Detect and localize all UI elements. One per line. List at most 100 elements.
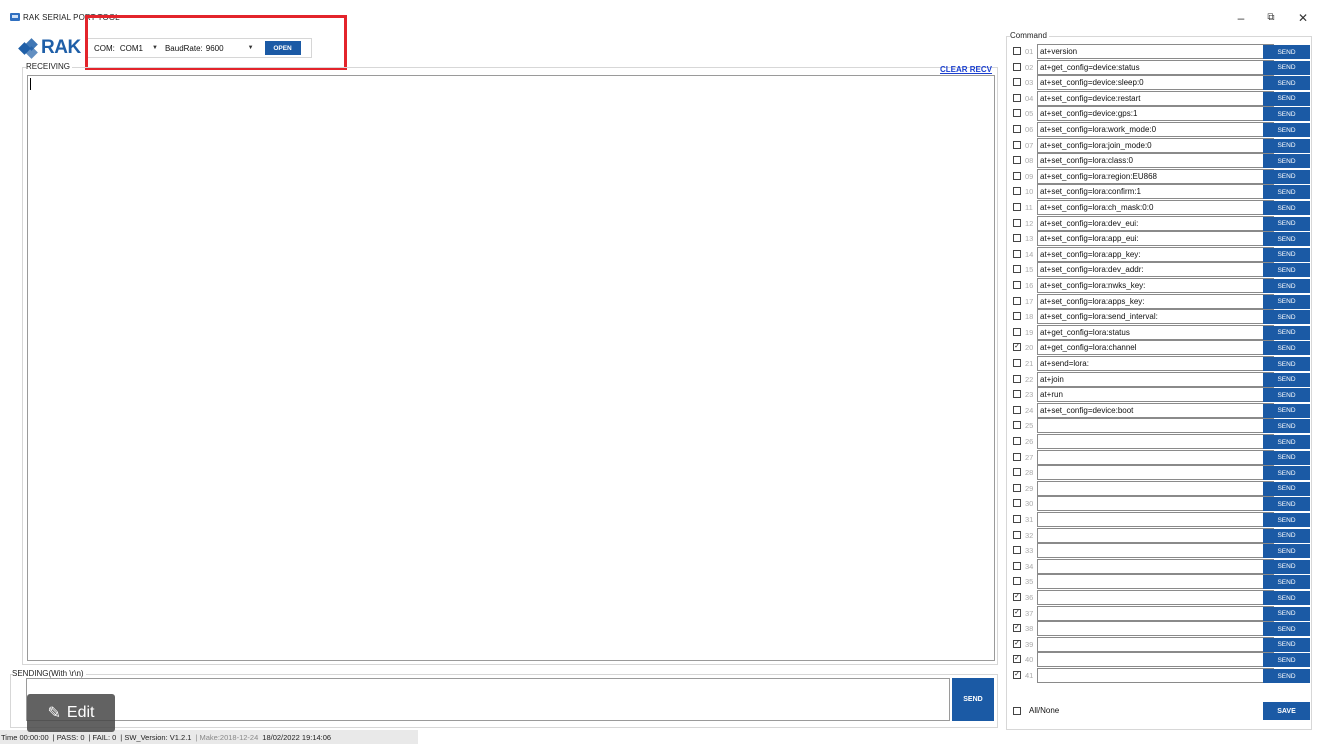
command-input[interactable]: at+send=lora:	[1037, 356, 1274, 371]
command-input[interactable]	[1037, 512, 1274, 527]
command-checkbox[interactable]	[1013, 561, 1021, 570]
command-send-button[interactable]: SEND	[1263, 528, 1310, 543]
command-input[interactable]: at+set_config=lora:app_key:	[1037, 246, 1274, 262]
command-send-button[interactable]: SEND	[1263, 357, 1310, 371]
command-input[interactable]	[1037, 434, 1274, 449]
command-send-button[interactable]: SEND	[1263, 123, 1310, 137]
command-send-button[interactable]: SEND	[1263, 575, 1310, 590]
close-icon[interactable]: ✕	[1292, 10, 1314, 26]
command-send-button[interactable]: SEND	[1263, 622, 1310, 637]
command-checkbox[interactable]	[1013, 109, 1021, 118]
command-input[interactable]	[1037, 558, 1274, 574]
command-send-button[interactable]: SEND	[1263, 419, 1310, 434]
command-checkbox[interactable]	[1013, 140, 1021, 149]
command-checkbox[interactable]	[1013, 452, 1021, 461]
clear-recv-link[interactable]: CLEAR RECV	[940, 65, 992, 74]
command-input[interactable]: at+set_config=lora:nwks_key:	[1037, 278, 1274, 293]
command-input[interactable]: at+set_config=lora:confirm:1	[1037, 184, 1274, 200]
command-checkbox[interactable]	[1013, 156, 1021, 165]
command-send-button[interactable]: SEND	[1263, 279, 1310, 293]
command-checkbox[interactable]	[1013, 390, 1021, 399]
command-send-button[interactable]: SEND	[1263, 232, 1310, 247]
command-checkbox[interactable]	[1013, 125, 1021, 133]
command-input[interactable]: at+set_config=lora:apps_key:	[1037, 293, 1274, 309]
all-none-toggle[interactable]: All/None	[1013, 706, 1059, 715]
com-dropdown-icon[interactable]: ▼	[152, 45, 158, 51]
baudrate-dropdown-icon[interactable]: ▼	[248, 45, 254, 51]
command-input[interactable]: at+set_config=lora:dev_eui:	[1037, 215, 1274, 231]
command-send-button[interactable]: SEND	[1263, 653, 1310, 668]
command-send-button[interactable]: SEND	[1263, 294, 1310, 309]
minimize-icon[interactable]: –	[1230, 10, 1252, 26]
send-button[interactable]: SEND	[952, 678, 994, 721]
command-input[interactable]	[1037, 496, 1274, 512]
command-input[interactable]	[1037, 605, 1274, 621]
command-checkbox[interactable]	[1013, 171, 1021, 180]
baudrate-select[interactable]: 9600	[206, 44, 224, 53]
command-checkbox[interactable]	[1013, 577, 1021, 586]
command-send-button[interactable]: SEND	[1263, 497, 1310, 512]
command-checkbox[interactable]	[1013, 234, 1021, 243]
command-checkbox[interactable]: ✓	[1013, 655, 1021, 664]
command-send-button[interactable]: SEND	[1263, 138, 1310, 153]
open-button[interactable]: OPEN	[264, 41, 301, 55]
save-button[interactable]: SAVE	[1263, 702, 1310, 720]
command-send-button[interactable]: SEND	[1263, 325, 1310, 340]
command-checkbox[interactable]	[1013, 265, 1021, 274]
command-input[interactable]	[1037, 574, 1274, 590]
command-checkbox[interactable]: ✓	[1013, 671, 1021, 679]
edit-button[interactable]: ✎ Edit	[27, 694, 115, 732]
command-input[interactable]: at+set_config=lora:send_interval:	[1037, 309, 1274, 325]
command-send-button[interactable]: SEND	[1263, 637, 1310, 652]
command-checkbox[interactable]	[1013, 218, 1021, 227]
command-send-button[interactable]: SEND	[1263, 60, 1310, 75]
receiving-textarea[interactable]	[27, 75, 995, 661]
command-checkbox[interactable]	[1013, 499, 1021, 508]
command-send-button[interactable]: SEND	[1263, 591, 1310, 605]
command-send-button[interactable]: SEND	[1263, 544, 1310, 559]
command-send-button[interactable]: SEND	[1263, 450, 1310, 465]
command-input[interactable]	[1037, 418, 1274, 434]
command-input[interactable]	[1037, 636, 1274, 652]
command-input[interactable]	[1037, 652, 1274, 668]
command-checkbox[interactable]	[1013, 437, 1021, 445]
command-checkbox[interactable]	[1013, 187, 1021, 196]
command-input[interactable]: at+set_config=device:sleep:0	[1037, 75, 1274, 91]
command-checkbox[interactable]	[1013, 203, 1021, 211]
command-input[interactable]	[1037, 621, 1274, 637]
command-checkbox[interactable]	[1013, 47, 1021, 55]
command-checkbox[interactable]: ✓	[1013, 343, 1021, 352]
command-checkbox[interactable]	[1013, 374, 1021, 383]
command-send-button[interactable]: SEND	[1263, 435, 1310, 449]
command-send-button[interactable]: SEND	[1263, 45, 1310, 59]
command-checkbox[interactable]: ✓	[1013, 624, 1021, 633]
command-input[interactable]	[1037, 449, 1274, 465]
command-checkbox[interactable]	[1013, 421, 1021, 430]
command-send-button[interactable]: SEND	[1263, 154, 1310, 169]
command-send-button[interactable]: SEND	[1263, 403, 1310, 418]
command-checkbox[interactable]	[1013, 78, 1021, 87]
command-checkbox[interactable]	[1013, 359, 1021, 367]
command-checkbox[interactable]	[1013, 468, 1021, 477]
command-send-button[interactable]: SEND	[1263, 466, 1310, 481]
command-send-button[interactable]: SEND	[1263, 513, 1310, 527]
command-input[interactable]: at+run	[1037, 387, 1274, 403]
command-input[interactable]	[1037, 668, 1274, 683]
sending-input[interactable]	[26, 678, 950, 721]
command-send-button[interactable]: SEND	[1263, 310, 1310, 325]
command-input[interactable]: at+version	[1037, 44, 1274, 59]
command-send-button[interactable]: SEND	[1263, 201, 1310, 215]
command-checkbox[interactable]: ✓	[1013, 608, 1021, 617]
command-checkbox[interactable]	[1013, 515, 1021, 523]
command-input[interactable]: at+get_config=lora:channel	[1037, 340, 1274, 356]
command-checkbox[interactable]	[1013, 62, 1021, 71]
command-input[interactable]: at+get_config=lora:status	[1037, 324, 1274, 340]
command-send-button[interactable]: SEND	[1263, 216, 1310, 231]
command-input[interactable]: at+join	[1037, 371, 1274, 387]
command-checkbox[interactable]	[1013, 296, 1021, 305]
command-checkbox[interactable]	[1013, 327, 1021, 336]
command-input[interactable]: at+set_config=lora:join_mode:0	[1037, 137, 1274, 153]
command-checkbox[interactable]	[1013, 405, 1021, 414]
command-send-button[interactable]: SEND	[1263, 247, 1310, 262]
command-input[interactable]: at+set_config=lora:work_mode:0	[1037, 122, 1274, 137]
